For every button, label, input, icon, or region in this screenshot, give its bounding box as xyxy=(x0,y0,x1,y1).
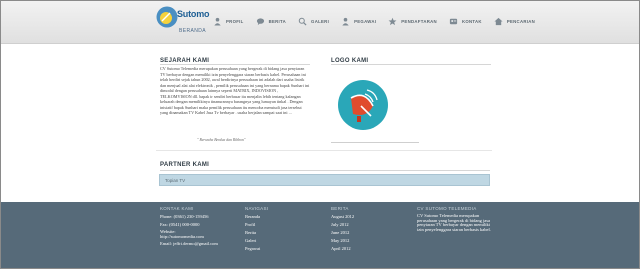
brand-subtitle[interactable]: BERANDA xyxy=(179,28,206,34)
nav-label: BERITA xyxy=(268,18,287,24)
footer-nav-heading: NAVIGASI xyxy=(245,206,269,211)
footer-about: CV SUTOMO TELEMEDIA CV Sutomo Telemedia … xyxy=(417,206,493,234)
footer-nav-link[interactable]: Beranda xyxy=(245,214,315,219)
nav-item-kontak[interactable]: KONTAK xyxy=(449,13,482,29)
footer xyxy=(1,202,639,268)
footer-contact-heading: KONTAK KAMI xyxy=(160,206,194,211)
footer-website[interactable]: Website: http://sutomomedia.com xyxy=(160,229,218,239)
footer-navigation: NAVIGASI Beranda Profil Berita Galeri Pe… xyxy=(245,206,315,254)
section-divider xyxy=(156,150,492,151)
partner-divider xyxy=(160,170,490,171)
nav-item-pencarian[interactable]: PENCARIAN xyxy=(494,13,535,29)
home-icon xyxy=(494,17,503,25)
brand-name: Sutomo xyxy=(177,9,210,19)
nav-item-pegawai[interactable]: PEGAWAI xyxy=(341,13,376,29)
partner-item-label: Topian TV xyxy=(165,177,186,183)
history-body: CV Sutomo Telemedia merupakan perusahaan… xyxy=(160,66,310,115)
nav-label: GALERI xyxy=(311,18,330,24)
nav-label: PEGAWAI xyxy=(354,18,377,24)
logo-underline xyxy=(331,142,419,143)
nav-label: KONTAK xyxy=(461,18,482,24)
person-icon xyxy=(342,17,349,26)
footer-phone: Phone: (0361) 230-159456 xyxy=(160,214,209,219)
footer-nav-link[interactable]: Profil xyxy=(245,222,315,227)
main-nav: PROFIL BERITA GALERI PEGAWAI PENDAFTARAN… xyxy=(213,13,547,29)
satellite-icon xyxy=(156,6,178,28)
nav-label: PROFIL xyxy=(226,18,244,24)
footer-news-link[interactable]: April 2012 xyxy=(331,246,401,251)
footer-contact: KONTAK KAMI Phone: (0361) 230-159456 Fax… xyxy=(160,206,250,249)
search-icon xyxy=(298,17,307,26)
nav-item-profil[interactable]: PROFIL xyxy=(213,13,244,29)
brand-logo[interactable]: Sutomo BERANDA xyxy=(156,6,210,38)
footer-nav-link[interactable]: Berita xyxy=(245,230,315,235)
footer-news-link[interactable]: July 2012 xyxy=(331,222,401,227)
nav-item-pendaftaran[interactable]: PENDAFTARAN xyxy=(388,13,437,29)
star-icon xyxy=(388,17,397,25)
footer-nav-link[interactable]: Pegawai xyxy=(245,246,315,251)
footer-about-body: CV Sutomo Telemedia merupakan perusahaan… xyxy=(417,213,491,232)
footer-about-heading: CV SUTOMO TELEMEDIA xyxy=(417,206,477,211)
partner-title: PARTNER KAMI xyxy=(160,162,210,168)
footer-news-link[interactable]: May 2012 xyxy=(331,238,401,243)
footer-news-link[interactable]: June 2012 xyxy=(331,230,401,235)
contact-icon xyxy=(449,18,458,24)
chat-icon xyxy=(256,17,264,25)
logo-divider xyxy=(331,64,491,65)
footer-fax: Fax: (0541) 000-0000 xyxy=(160,222,200,227)
person-icon xyxy=(214,17,221,26)
footer-email[interactable]: Email: jeffri.dermo@gmail.com xyxy=(160,241,250,246)
history-divider xyxy=(160,64,310,65)
nav-item-berita[interactable]: BERITA xyxy=(256,13,286,29)
nav-item-galeri[interactable]: GALERI xyxy=(298,13,329,29)
nav-label: PENCARIAN xyxy=(506,18,536,24)
nav-label: PENDAFTARAN xyxy=(401,18,437,24)
footer-news-link[interactable]: August 2012 xyxy=(331,214,401,219)
footer-nav-link[interactable]: Galeri xyxy=(245,238,315,243)
footer-news-heading: BERITA xyxy=(331,206,349,211)
company-logo xyxy=(337,70,417,138)
partner-item[interactable]: Topian TV xyxy=(159,174,490,186)
footer-news: BERITA August 2012 July 2012 June 2012 M… xyxy=(331,206,401,254)
history-quote: " Berwaha Berdua dan Ribbon" xyxy=(197,138,246,142)
satellite-dish-icon xyxy=(338,80,388,130)
